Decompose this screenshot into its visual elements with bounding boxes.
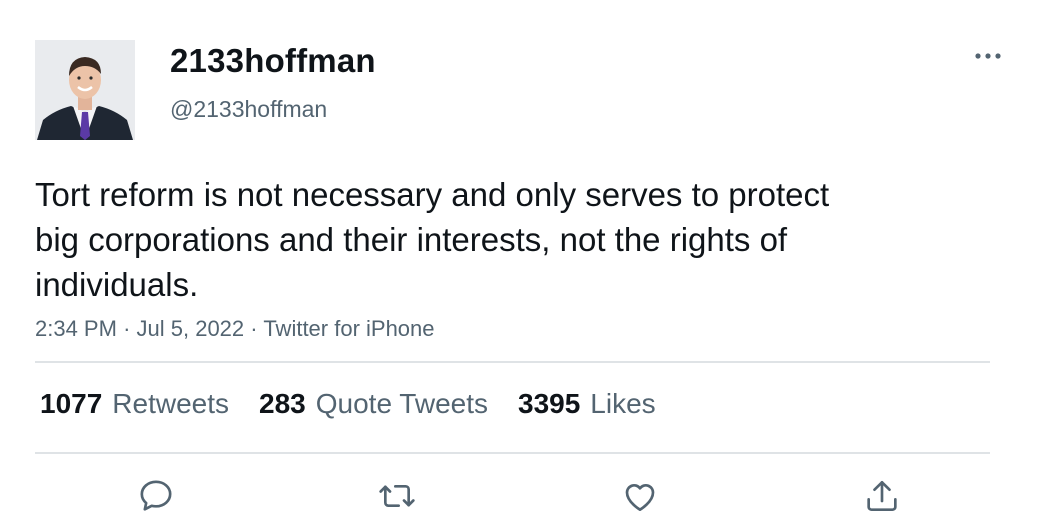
divider bbox=[35, 452, 990, 454]
user-handle[interactable]: @2133hoffman bbox=[170, 96, 327, 123]
tweet-source[interactable]: Twitter for iPhone bbox=[263, 316, 434, 341]
meta-separator: · bbox=[123, 316, 131, 341]
profile-photo-icon bbox=[35, 40, 135, 140]
divider bbox=[35, 361, 990, 363]
reply-button[interactable] bbox=[134, 474, 178, 518]
likes-stat[interactable]: 3395 Likes bbox=[518, 388, 656, 420]
avatar[interactable] bbox=[35, 40, 135, 140]
retweet-button[interactable] bbox=[375, 474, 419, 518]
tweet-time[interactable]: 2:34 PM bbox=[35, 316, 117, 341]
more-options-button[interactable] bbox=[970, 42, 1006, 70]
comment-icon bbox=[140, 480, 172, 511]
tweet-date[interactable]: Jul 5, 2022 bbox=[137, 316, 245, 341]
tweet-stats: 1077 Retweets 283 Quote Tweets 3395 Like… bbox=[40, 388, 656, 420]
more-horizontal-icon bbox=[975, 53, 1001, 59]
heart-icon bbox=[625, 484, 655, 511]
retweets-stat[interactable]: 1077 Retweets bbox=[40, 388, 229, 420]
share-icon bbox=[867, 481, 897, 511]
tweet-text: Tort reform is not necessary and only se… bbox=[35, 176, 830, 303]
tweet-meta: 2:34 PM · Jul 5, 2022 · Twitter for iPho… bbox=[35, 316, 435, 342]
likes-count: 3395 bbox=[518, 388, 581, 419]
retweets-count: 1077 bbox=[40, 388, 103, 419]
share-button[interactable] bbox=[860, 474, 904, 518]
quote-tweets-stat[interactable]: 283 Quote Tweets bbox=[259, 388, 488, 420]
quote-tweets-label: Quote Tweets bbox=[315, 388, 488, 419]
display-name[interactable]: 2133hoffman bbox=[170, 42, 376, 80]
quote-tweets-count: 283 bbox=[259, 388, 306, 419]
like-button[interactable] bbox=[618, 474, 662, 518]
tweet-card: 2133hoffman @2133hoffman Tort reform is … bbox=[0, 0, 1050, 525]
retweet-icon bbox=[379, 485, 415, 507]
meta-separator: · bbox=[250, 316, 258, 341]
retweets-label: Retweets bbox=[112, 388, 230, 419]
likes-label: Likes bbox=[590, 388, 656, 419]
